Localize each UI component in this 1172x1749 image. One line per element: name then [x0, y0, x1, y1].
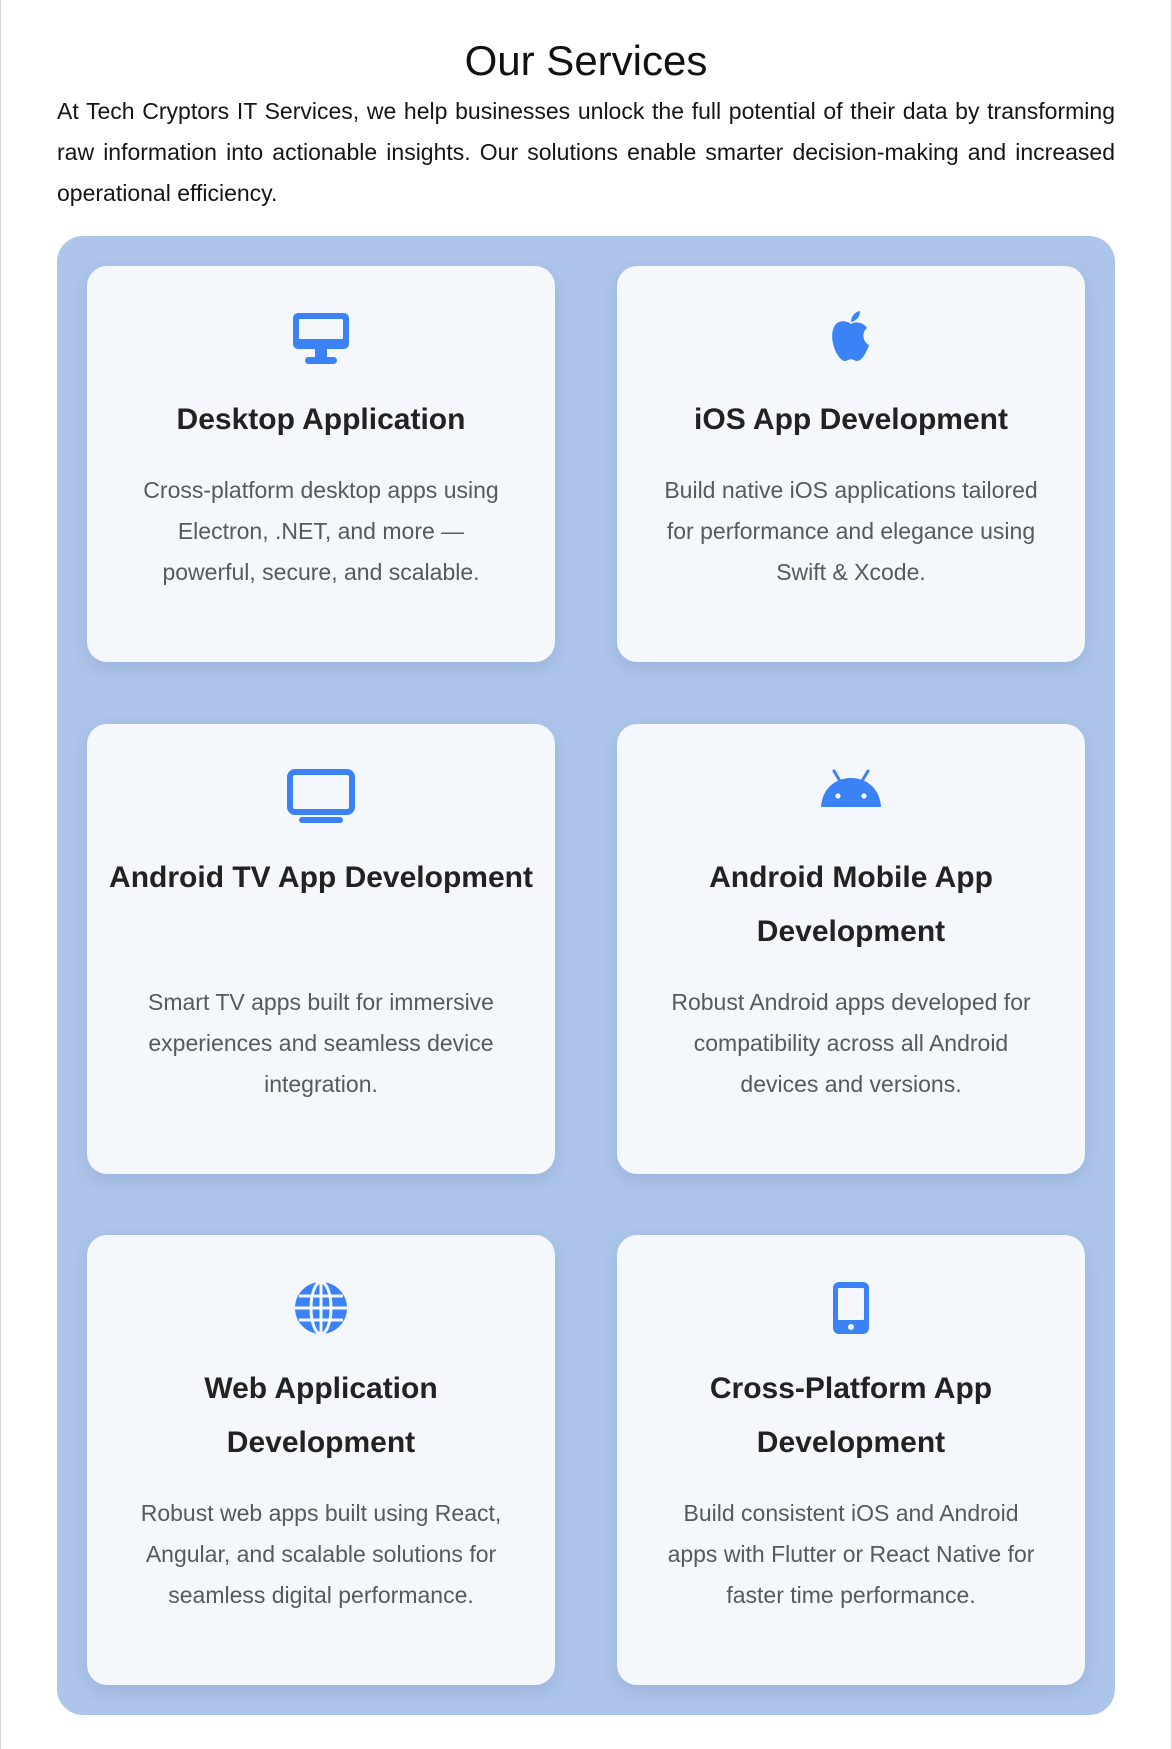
service-description: Build native iOS applications tailored f…	[664, 477, 1038, 585]
service-title: Cross-Platform App Development	[709, 1372, 993, 1459]
service-card-desktop-application: Desktop Application Cross-platform deskt…	[87, 266, 555, 662]
service-description: Smart TV apps built for immersive experi…	[148, 989, 494, 1097]
service-description: Robust Android apps developed for compat…	[671, 989, 1031, 1097]
service-description: Robust web apps built using React, Angul…	[140, 1500, 502, 1608]
service-card-android-mobile-app-development: Android Mobile App Development Robust An…	[617, 724, 1085, 1174]
service-card-web-application-development: Web Application Development Robust web a…	[87, 1235, 555, 1685]
service-description: Build consistent iOS and Android apps wi…	[667, 1500, 1035, 1608]
service-title: Web Application Development	[204, 1372, 438, 1459]
service-description: Cross-platform desktop apps using Electr…	[143, 477, 499, 585]
service-title: Android TV App Development	[109, 861, 533, 894]
intro-paragraph: At Tech Cryptors IT Services, we help bu…	[57, 98, 1115, 206]
service-card-cross-platform-app-development: Cross-Platform App Development Build con…	[617, 1235, 1085, 1685]
page-title: Our Services	[464, 37, 708, 84]
service-title: Desktop Application	[176, 403, 466, 436]
service-card-ios-app-development: iOS App Development Build native iOS app…	[617, 266, 1085, 662]
service-title: iOS App Development	[694, 403, 1008, 436]
service-card-android-tv-app-development: Android TV App Development Smart TV apps…	[87, 724, 555, 1174]
services-grid: Desktop Application Cross-platform deskt…	[57, 236, 1115, 1715]
service-title: Android Mobile App Development	[709, 861, 993, 948]
